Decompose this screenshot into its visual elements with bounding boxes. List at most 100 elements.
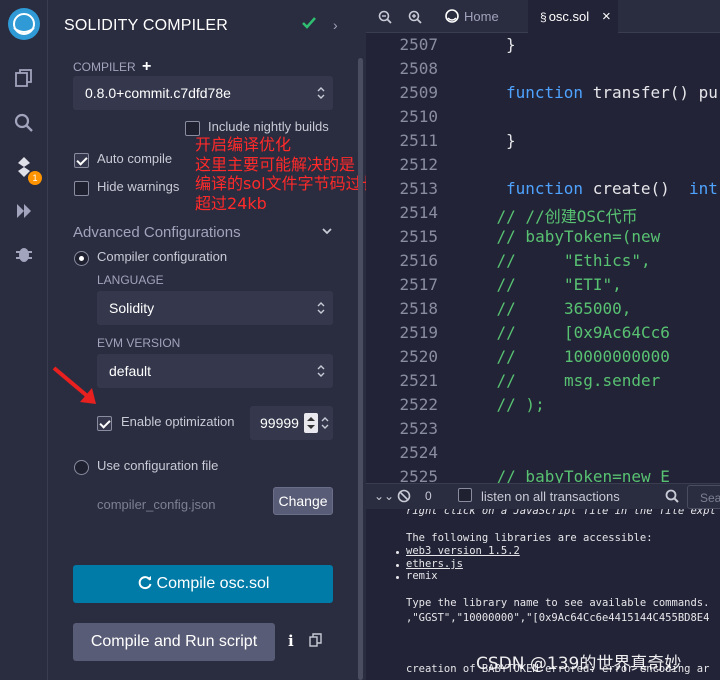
terminal-search-input[interactable]: Sea [687, 485, 720, 509]
code-line: // babyToken=new E [458, 467, 670, 483]
bullet [396, 564, 399, 567]
line-number: 2515 [399, 227, 438, 246]
advanced-config-label: Advanced Configurations [73, 224, 241, 241]
tab-osc-label: osc.sol [548, 9, 590, 24]
red-arrow-annotation [50, 364, 100, 413]
auto-compile-checkbox[interactable] [74, 153, 89, 168]
language-value: Solidity [109, 300, 155, 316]
search-icon[interactable] [0, 103, 48, 143]
line-number: 2509 [399, 83, 438, 102]
compile-button[interactable]: Compile osc.sol [73, 565, 333, 603]
terminal-line: right click on a JavaScript file in the … [406, 509, 716, 517]
line-number: 2516 [399, 251, 438, 270]
solidity-compiler-panel: SOLIDITY COMPILER › COMPILER + 0.8.0+com… [48, 0, 378, 680]
auto-compile-label: Auto compile [97, 151, 173, 166]
lib-remix: remix [406, 570, 438, 582]
line-number: 2512 [399, 155, 438, 174]
close-tab-icon[interactable]: × [602, 0, 611, 33]
tab-osc-sol[interactable]: § osc.sol × [528, 0, 618, 33]
code-line: function create() int [506, 179, 718, 198]
evm-version-value: default [109, 363, 152, 379]
include-nightly-checkbox[interactable] [185, 121, 200, 136]
compile-and-run-button[interactable]: Compile and Run script [73, 623, 275, 661]
compiler-config-label: Compiler configuration [97, 249, 228, 264]
compiler-label: COMPILER + [73, 58, 152, 75]
line-number: 2524 [399, 443, 438, 462]
pending-tx-count: 0 [425, 489, 432, 503]
select-arrows-icon [317, 302, 325, 314]
runs-stepper-icon[interactable] [304, 413, 318, 433]
line-number: 2511 [399, 131, 438, 150]
code-line: // [0x9Ac64Cc6 [458, 323, 670, 342]
line-number: 2521 [399, 371, 438, 390]
use-config-file-radio[interactable] [74, 460, 89, 475]
include-nightly-label: Include nightly builds [208, 119, 329, 134]
panel-title: SOLIDITY COMPILER [64, 17, 229, 34]
lib-link-web3[interactable]: web3 version 1.5.2 [406, 545, 520, 557]
language-select[interactable]: Solidity [97, 291, 333, 325]
listen-transactions-checkbox[interactable] [458, 488, 472, 502]
info-icon[interactable]: i [288, 632, 294, 650]
chevron-right-icon[interactable]: › [333, 17, 338, 33]
line-number: 2517 [399, 275, 438, 294]
select-arrows-icon [317, 87, 325, 99]
line-number: 2513 [399, 179, 438, 198]
zoom-out-icon[interactable] [378, 10, 392, 29]
code-line: // //创建OSC代币 [458, 207, 638, 226]
code-editor[interactable]: 2507 2508 2509 2510 2511 2512 2513 2514 2515 2516… [366, 33, 720, 483]
line-number: 2519 [399, 323, 438, 342]
runs-value: 99999 [260, 415, 299, 431]
hide-warnings-checkbox[interactable] [74, 181, 89, 196]
line-number: 2522 [399, 395, 438, 414]
line-number: 2508 [399, 59, 438, 78]
advanced-config-toggle[interactable]: Advanced Configurations [73, 224, 241, 241]
zoom-in-icon[interactable] [408, 10, 422, 29]
evm-version-select[interactable]: default [97, 354, 333, 388]
tab-home-label: Home [464, 9, 499, 24]
remix-home-icon [445, 9, 459, 23]
hide-warnings-label: Hide warnings [97, 179, 180, 194]
clear-terminal-icon[interactable] [397, 489, 411, 508]
compiler-version-select[interactable]: 0.8.0+commit.c7dfd78e [73, 76, 333, 110]
terminal-toolbar: ⌄⌄ 0 listen on all transactions Sea [366, 483, 720, 509]
code-line: } [506, 35, 516, 54]
select-arrows-icon [321, 417, 329, 429]
code-line: // babyToken=(new [458, 227, 661, 246]
optimization-runs-input[interactable]: 99999 [250, 406, 333, 440]
add-compiler-icon[interactable]: + [142, 58, 151, 75]
panel-scrollbar[interactable] [358, 58, 363, 680]
remix-logo-icon[interactable] [0, 4, 48, 44]
line-number-gutter: 2507 2508 2509 2510 2511 2512 2513 2514 2515 2516… [366, 33, 448, 483]
line-number: 2510 [399, 107, 438, 126]
annotation-text: 开启编译优化 这里主要可能解决的是 编译的sol文件字节码过长 超过24kb [195, 135, 378, 213]
language-label: LANGUAGE [97, 273, 164, 287]
tab-home[interactable]: Home [444, 0, 499, 33]
code-line: function transfer() pu [506, 83, 718, 102]
code-line: // msg.sender [458, 371, 661, 390]
check-icon [301, 15, 317, 36]
chevron-down-icon[interactable] [321, 224, 333, 242]
collapse-terminal-icon[interactable]: ⌄⌄ [374, 489, 394, 503]
listen-transactions-label: listen on all transactions [481, 489, 620, 504]
line-number: 2525 [399, 467, 438, 483]
bullet [396, 551, 399, 554]
debugger-icon[interactable] [0, 234, 48, 274]
compiler-config-radio[interactable] [74, 251, 89, 266]
deploy-run-icon[interactable] [0, 191, 48, 231]
change-config-button[interactable]: Change [273, 487, 333, 515]
terminal-help-line: Type the library name to see available c… [406, 597, 710, 609]
evm-version-label: EVM VERSION [97, 336, 181, 350]
line-number: 2520 [399, 347, 438, 366]
lib-link-ethers[interactable]: ethers.js [406, 558, 463, 570]
copy-icon[interactable] [309, 633, 322, 652]
enable-optimization-checkbox[interactable] [97, 416, 112, 431]
plugins-badge: 1 [28, 171, 42, 185]
config-file-path: compiler_config.json [97, 497, 216, 512]
solidity-compiler-icon[interactable]: 1 [0, 147, 48, 187]
editor-tab-bar: Home § osc.sol × [366, 0, 720, 33]
search-icon [665, 489, 679, 508]
bullet [396, 576, 399, 579]
terminal-args-line: ,"GGST","10000000","[0x9Ac64Cc6e4415144C… [406, 612, 710, 624]
use-config-file-label: Use configuration file [97, 458, 219, 473]
file-explorer-icon[interactable] [0, 58, 48, 98]
